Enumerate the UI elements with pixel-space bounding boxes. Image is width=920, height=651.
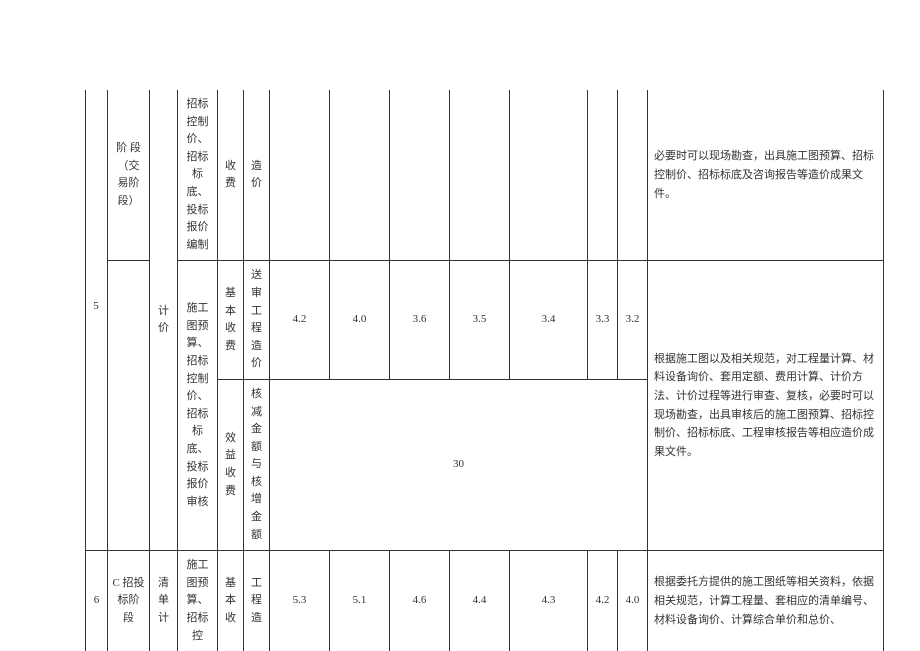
cell-desc: 根据委托方提供的施工图纸等相关资料，依据相关规范，计算工程量、套相应的清单编号、… (648, 551, 884, 651)
cell-pricing: 计价 (150, 90, 178, 551)
cell-service: 施工图预算、招标控 (178, 551, 218, 651)
cell-val: 3.2 (618, 261, 648, 380)
cell-stage: 阶 段（交 易阶 段） (108, 90, 150, 261)
cell-val (450, 90, 510, 261)
cell-fee: 效益收费 (218, 379, 244, 550)
table-row: 阶 段（交 易阶 段） 计价 招标控制价、招标标底、投标报价编制 收费 造价 必… (86, 90, 884, 261)
cell-cost: 造价 (244, 90, 270, 261)
cell-desc: 必要时可以现场勘查，出具施工图预算、招标控制价、招标标底及咨询报告等造价成果文件… (648, 90, 884, 261)
cell-stage: C 招投 标阶 段 (108, 551, 150, 651)
cell-desc: 根据施工图以及相关规范，对工程量计算、材料设备询价、套用定额、费用计算、计价方法… (648, 261, 884, 551)
cell-val: 4.4 (450, 551, 510, 651)
cell-val: 4.2 (270, 261, 330, 380)
cell-val (330, 90, 390, 261)
cell-val (270, 90, 330, 261)
cell-fee: 基本收 (218, 551, 244, 651)
cell-val (618, 90, 648, 261)
cell-fee: 基本收费 (218, 261, 244, 380)
cell-val (510, 90, 588, 261)
cell-fee: 收费 (218, 90, 244, 261)
cell-cost: 送审工程造价 (244, 261, 270, 380)
cell-cost: 工程造 (244, 551, 270, 651)
cell-pricing: 清单计 (150, 551, 178, 651)
cell-val: 3.4 (510, 261, 588, 380)
cell-idx-5: 5 (85, 300, 107, 312)
cell-service: 招标控制价、招标标底、投标报价编制 (178, 90, 218, 261)
document-table: 阶 段（交 易阶 段） 计价 招标控制价、招标标底、投标报价编制 收费 造价 必… (85, 90, 883, 651)
cell-idx (86, 90, 108, 551)
cell-idx: 6 (86, 551, 108, 651)
table-row: 施工图预算、招标控制价、招标标底、投标报价审核 基本收费 送审工程造价 4.2 … (86, 261, 884, 380)
pricing-table: 阶 段（交 易阶 段） 计价 招标控制价、招标标底、投标报价编制 收费 造价 必… (85, 90, 884, 651)
cell-val: 4.0 (330, 261, 390, 380)
cell-val: 3.6 (390, 261, 450, 380)
cell-val (588, 90, 618, 261)
cell-val: 3.3 (588, 261, 618, 380)
cell-val: 4.3 (510, 551, 588, 651)
cell-val: 5.1 (330, 551, 390, 651)
cell-val: 4.2 (588, 551, 618, 651)
cell-val (390, 90, 450, 261)
table-row: 6 C 招投 标阶 段 清单计 施工图预算、招标控 基本收 工程造 5.3 5.… (86, 551, 884, 651)
cell-val: 3.5 (450, 261, 510, 380)
cell-val: 4.0 (618, 551, 648, 651)
cell-cost: 核减金额与核增金额 (244, 379, 270, 550)
cell-val: 30 (270, 379, 648, 550)
cell-val: 5.3 (270, 551, 330, 651)
cell-stage (108, 261, 150, 551)
cell-service: 施工图预算、招标控制价、招标标底、投标报价审核 (178, 261, 218, 551)
cell-val: 4.6 (390, 551, 450, 651)
